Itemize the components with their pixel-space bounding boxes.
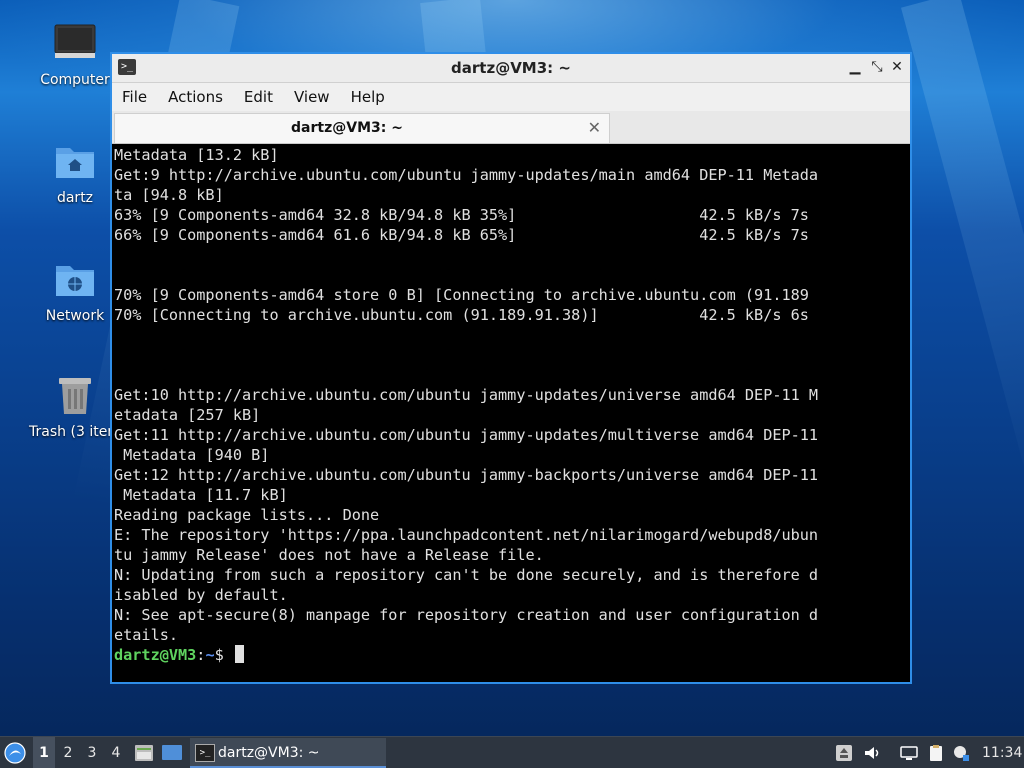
- terminal-line: Get:10 http://archive.ubuntu.com/ubuntu …: [114, 386, 819, 404]
- network-folder-icon: [53, 258, 97, 302]
- terminal-line: Get:11 http://archive.ubuntu.com/ubuntu …: [114, 426, 819, 444]
- terminal-line: Metadata [11.7 kB]: [114, 486, 288, 504]
- terminal-output[interactable]: Metadata [13.2 kB] Get:9 http://archive.…: [114, 145, 910, 682]
- clipboard-icon[interactable]: [927, 744, 945, 762]
- terminal-line: Metadata [13.2 kB]: [114, 146, 279, 164]
- prompt-user: dartz@VM3: [114, 646, 197, 664]
- terminal-window: >_ dartz@VM3: ~ ▁ ⤡ ✕ File Actions Edit …: [110, 52, 912, 684]
- lubuntu-logo-icon: [4, 742, 26, 764]
- terminal-line: N: See apt-secure(8) manpage for reposit…: [114, 606, 819, 624]
- terminal-line: 70% [9 Components-amd64 store 0 B] [Conn…: [114, 286, 809, 304]
- tab-terminal[interactable]: dartz@VM3: ~ ✕: [114, 113, 610, 143]
- taskbar-task-terminal[interactable]: >_ dartz@VM3: ~: [190, 738, 386, 768]
- text-cursor: [234, 645, 244, 663]
- taskbar: 1 2 3 4 >_ dartz@VM3: ~ 11:34: [0, 736, 1024, 768]
- terminal-line: tu jammy Release' does not have a Releas…: [114, 546, 544, 564]
- terminal-line: Get:12 http://archive.ubuntu.com/ubuntu …: [114, 466, 819, 484]
- workspace-3[interactable]: 3: [81, 737, 103, 768]
- workspace-4[interactable]: 4: [105, 737, 127, 768]
- terminal-line: 63% [9 Components-amd64 32.8 kB/94.8 kB …: [114, 206, 809, 224]
- terminal-line: 66% [9 Components-amd64 61.6 kB/94.8 kB …: [114, 226, 809, 244]
- app-menu-button[interactable]: [4, 737, 30, 768]
- tab-bar: dartz@VM3: ~ ✕: [112, 111, 910, 144]
- terminal-line: ta [94.8 kB]: [114, 186, 224, 204]
- terminal-line: etails.: [114, 626, 179, 644]
- update-notifier-icon[interactable]: [835, 744, 853, 762]
- home-folder-icon: [53, 140, 97, 184]
- tab-title: dartz@VM3: ~: [291, 120, 403, 136]
- volume-icon[interactable]: [863, 744, 881, 762]
- network-icon[interactable]: [900, 744, 918, 762]
- menu-actions[interactable]: Actions: [168, 88, 223, 106]
- menu-bar: File Actions Edit View Help: [112, 83, 910, 111]
- workspace-1[interactable]: 1: [33, 737, 55, 768]
- show-desktop-button[interactable]: [161, 737, 185, 768]
- menu-help[interactable]: Help: [351, 88, 385, 106]
- prompt-symbol: $: [214, 646, 233, 664]
- terminal-line: etadata [257 kB]: [114, 406, 261, 424]
- menu-view[interactable]: View: [294, 88, 330, 106]
- terminal-line: Get:9 http://archive.ubuntu.com/ubuntu j…: [114, 166, 819, 184]
- terminal-text: Metadata [13.2 kB] Get:9 http://archive.…: [114, 145, 910, 645]
- close-button[interactable]: ✕: [888, 58, 906, 76]
- task-label: dartz@VM3: ~: [218, 745, 320, 761]
- workspace-2[interactable]: 2: [57, 737, 79, 768]
- terminal-line: E: The repository 'https://ppa.launchpad…: [114, 526, 819, 544]
- tab-close-icon[interactable]: ✕: [588, 118, 601, 137]
- menu-edit[interactable]: Edit: [244, 88, 273, 106]
- terminal-line: Metadata [940 B]: [114, 446, 270, 464]
- computer-icon: [53, 22, 97, 66]
- maximize-button[interactable]: ⤡: [868, 58, 886, 76]
- minimize-button[interactable]: ▁: [846, 58, 864, 76]
- terminal-line: isabled by default.: [114, 586, 288, 604]
- terminal-prompt-line: dartz@VM3:~$: [114, 645, 910, 665]
- file-manager-launcher[interactable]: [134, 737, 156, 768]
- clock[interactable]: 11:34: [982, 737, 1022, 768]
- window-titlebar[interactable]: >_ dartz@VM3: ~ ▁ ⤡ ✕: [112, 54, 910, 83]
- terminal-line: N: Updating from such a repository can't…: [114, 566, 819, 584]
- file-manager-icon: [135, 745, 153, 761]
- user-status-icon[interactable]: [952, 744, 970, 762]
- prompt-path: ~: [205, 646, 215, 664]
- terminal-line: Reading package lists... Done: [114, 506, 380, 524]
- window-title: dartz@VM3: ~: [451, 59, 571, 77]
- show-desktop-icon: [162, 745, 182, 760]
- menu-file[interactable]: File: [122, 88, 147, 106]
- terminal-icon: >_: [195, 744, 215, 762]
- trash-icon: [53, 374, 97, 418]
- terminal-line: 70% [Connecting to archive.ubuntu.com (9…: [114, 306, 809, 324]
